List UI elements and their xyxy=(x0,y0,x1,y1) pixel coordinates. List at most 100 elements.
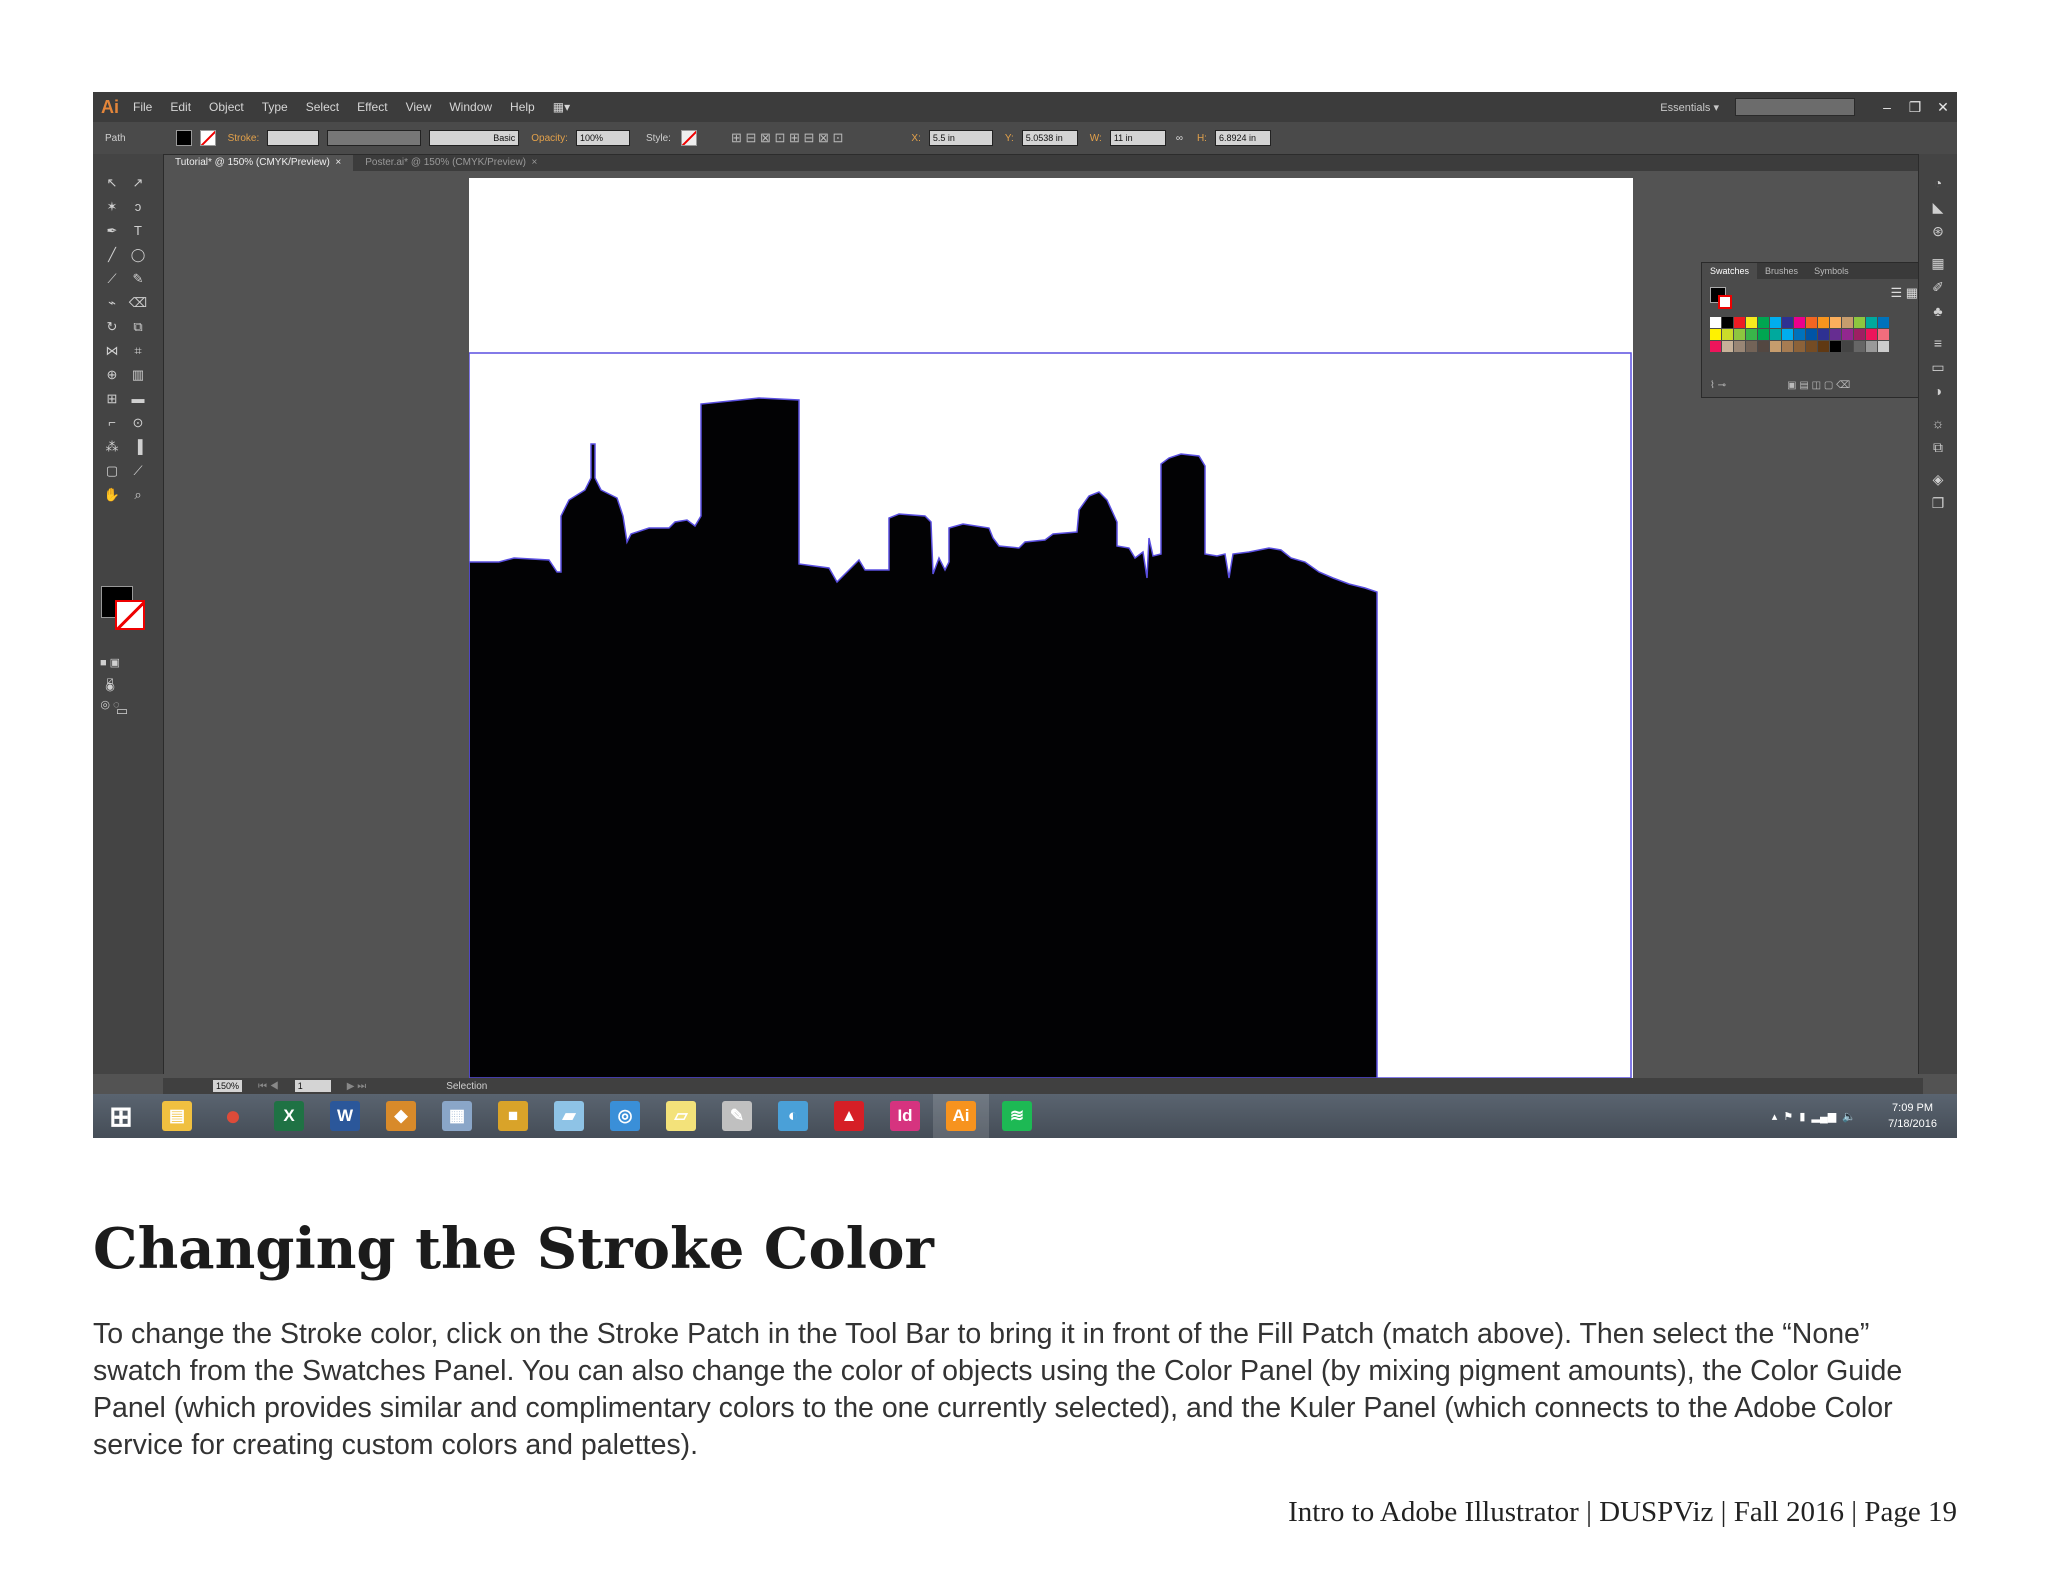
swatch[interactable] xyxy=(1710,317,1721,328)
gradient-panel-icon[interactable]: ▭ xyxy=(1929,358,1947,376)
fill-color-swatch[interactable] xyxy=(175,130,192,146)
stroke-patch[interactable] xyxy=(115,600,145,630)
swatch[interactable] xyxy=(1746,317,1757,328)
clock[interactable]: 7:09 PM 7/18/2016 xyxy=(1888,1100,1937,1132)
taskbar-calculator-icon[interactable]: ▦ xyxy=(429,1094,485,1138)
opacity-link[interactable]: Opacity: xyxy=(531,133,568,144)
taskbar-notepad-icon[interactable]: ▰ xyxy=(541,1094,597,1138)
mesh-tool-icon[interactable]: ⊞ xyxy=(101,390,123,408)
appearance-icon[interactable]: ☼ xyxy=(1929,414,1947,432)
pen-tool-icon[interactable]: ✒ xyxy=(101,222,123,240)
arrange-documents-icon[interactable]: ▦▾ xyxy=(553,100,570,114)
swatch[interactable] xyxy=(1758,329,1769,340)
menu-select[interactable]: Select xyxy=(306,100,339,114)
swatch[interactable] xyxy=(1782,341,1793,352)
taskbar-illustrator-icon[interactable]: Ai xyxy=(933,1094,989,1138)
swatch[interactable] xyxy=(1758,341,1769,352)
hand-tool-icon[interactable]: ✋ xyxy=(101,486,123,504)
menu-effect[interactable]: Effect xyxy=(357,100,387,114)
zoom-tool-icon[interactable]: ⌕ xyxy=(127,486,149,504)
swatch[interactable] xyxy=(1722,329,1733,340)
type-tool-icon[interactable]: T xyxy=(127,222,149,240)
taskbar-media-icon[interactable]: ◐ xyxy=(765,1094,821,1138)
opacity-field[interactable]: 100% xyxy=(575,130,630,146)
swatch[interactable] xyxy=(1806,317,1817,328)
ellipse-tool-icon[interactable]: ◯ xyxy=(127,246,149,264)
w-field[interactable]: 11 in xyxy=(1109,130,1166,146)
shape-builder-tool-icon[interactable]: ⊕ xyxy=(101,366,123,384)
swatches-icon[interactable]: ▦ xyxy=(1929,254,1947,272)
swatch[interactable] xyxy=(1878,341,1889,352)
swatch[interactable] xyxy=(1866,329,1877,340)
x-field[interactable]: 5.5 in xyxy=(928,130,993,146)
swatch[interactable] xyxy=(1770,341,1781,352)
taskbar-chrome-icon[interactable]: ● xyxy=(205,1094,261,1138)
blend-tool-icon[interactable]: ⊙ xyxy=(127,414,149,432)
link-icon[interactable]: ∞ xyxy=(1176,133,1183,144)
taskbar-magnifier-icon[interactable]: ◎ xyxy=(597,1094,653,1138)
taskbar-word-icon[interactable]: W xyxy=(317,1094,373,1138)
lasso-tool-icon[interactable]: ↄ xyxy=(127,198,149,216)
draw-mode-icons[interactable]: ◉ ◎ ◌ xyxy=(99,678,121,711)
layers-icon[interactable]: ◈ xyxy=(1929,470,1947,488)
taskbar-indesign-icon[interactable]: Id xyxy=(877,1094,933,1138)
swatch[interactable] xyxy=(1878,329,1889,340)
swatch[interactable] xyxy=(1782,329,1793,340)
selection-tool-icon[interactable]: ↖ xyxy=(101,174,123,192)
menu-file[interactable]: File xyxy=(133,100,152,114)
swatch[interactable] xyxy=(1746,341,1757,352)
taskbar-acrobat-icon[interactable]: ▲ xyxy=(821,1094,877,1138)
color-mode-icons[interactable]: ■ ▣ ⧄ xyxy=(99,654,121,687)
taskbar-file-explorer-icon[interactable]: ▤ xyxy=(149,1094,205,1138)
swatch[interactable] xyxy=(1842,341,1853,352)
menu-object[interactable]: Object xyxy=(209,100,244,114)
swatch[interactable] xyxy=(1782,317,1793,328)
menu-window[interactable]: Window xyxy=(449,100,492,114)
perspective-grid-tool-icon[interactable]: ▥ xyxy=(127,366,149,384)
swatch[interactable] xyxy=(1746,329,1757,340)
menu-help[interactable]: Help xyxy=(510,100,535,114)
swatch[interactable] xyxy=(1842,317,1853,328)
free-transform-tool-icon[interactable]: ⌗ xyxy=(127,342,149,360)
eraser-tool-icon[interactable]: ⌫ xyxy=(127,294,149,312)
symbols-icon[interactable]: ♣ xyxy=(1929,302,1947,320)
tab-swatches[interactable]: Swatches xyxy=(1702,263,1758,279)
swatch[interactable] xyxy=(1770,317,1781,328)
tab-poster[interactable]: Poster.ai* @ 150% (CMYK/Preview) × xyxy=(353,155,549,171)
taskbar-spotify-icon[interactable]: ≋ xyxy=(989,1094,1045,1138)
brush-definition-field[interactable]: Basic xyxy=(429,130,520,146)
eyedropper-tool-icon[interactable]: ⌐ xyxy=(101,414,123,432)
transparency-icon[interactable]: ◑ xyxy=(1929,382,1947,400)
gradient-tool-icon[interactable]: ▬ xyxy=(127,390,149,408)
tray-icons[interactable]: ▴ ⚑ ▮ ▂▄▆ 🔈 xyxy=(1772,1110,1856,1123)
swatch[interactable] xyxy=(1830,329,1841,340)
swatch[interactable] xyxy=(1794,341,1805,352)
panel-stroke-patch[interactable] xyxy=(1718,295,1732,309)
artboard[interactable] xyxy=(469,178,1633,1080)
taskbar-paint-icon[interactable]: ✎ xyxy=(709,1094,765,1138)
align-icons[interactable]: ⊞ ⊟ ⊠ ⊡ ⊞ ⊟ ⊠ ⊡ xyxy=(731,130,843,146)
swatch[interactable] xyxy=(1758,317,1769,328)
rotate-tool-icon[interactable]: ↻ xyxy=(101,318,123,336)
tab-brushes[interactable]: Brushes xyxy=(1757,266,1806,276)
swatch[interactable] xyxy=(1854,329,1865,340)
help-search-input[interactable] xyxy=(1735,98,1855,116)
swatch[interactable] xyxy=(1734,329,1745,340)
artboard-nav-icons[interactable]: ⏮ ◀ xyxy=(258,1081,279,1092)
swatch[interactable] xyxy=(1770,329,1781,340)
stroke-link[interactable]: Stroke: xyxy=(228,133,260,144)
symbol-sprayer-tool-icon[interactable]: ⁂ xyxy=(101,438,123,456)
swatch[interactable] xyxy=(1806,329,1817,340)
swatch[interactable] xyxy=(1818,317,1829,328)
stroke-weight-field[interactable] xyxy=(267,130,320,146)
magic-wand-tool-icon[interactable]: ✶ xyxy=(101,198,123,216)
screen-mode-icon[interactable]: ▭ xyxy=(111,702,133,720)
taskbar-windows-start-icon[interactable]: ⊞ xyxy=(93,1094,149,1138)
swatch[interactable] xyxy=(1710,341,1721,352)
swatch[interactable] xyxy=(1710,329,1721,340)
swatch[interactable] xyxy=(1830,341,1841,352)
menu-type[interactable]: Type xyxy=(262,100,288,114)
kuler-icon[interactable]: ⊛ xyxy=(1929,222,1947,240)
swatch[interactable] xyxy=(1866,317,1877,328)
stroke-panel-icon[interactable]: ≡ xyxy=(1929,334,1947,352)
